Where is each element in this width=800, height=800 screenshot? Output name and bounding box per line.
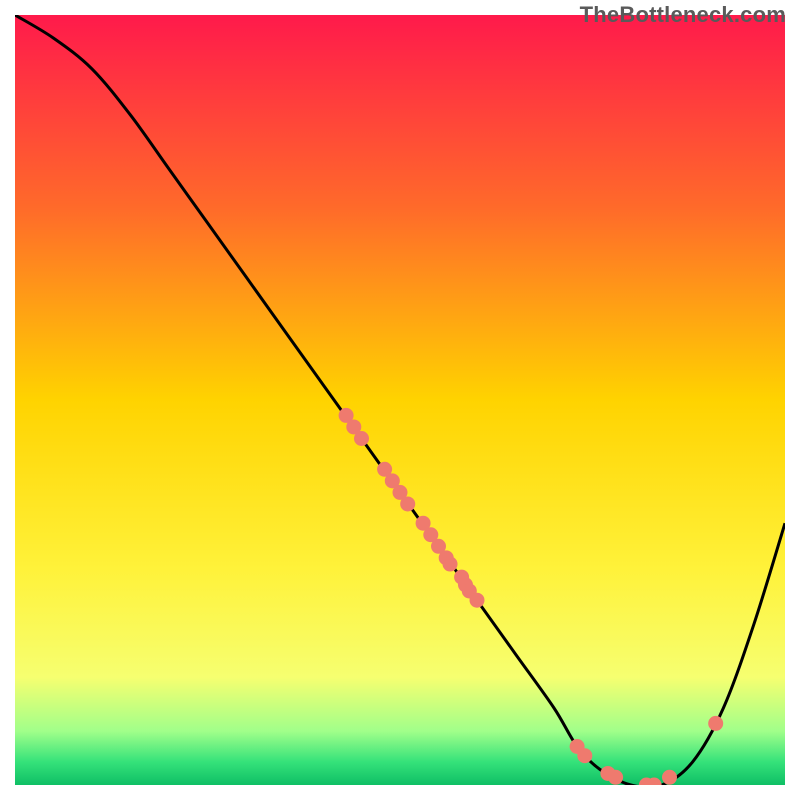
curve-marker bbox=[662, 770, 677, 785]
curve-marker bbox=[354, 431, 369, 446]
curve-marker bbox=[608, 770, 623, 785]
curve-marker bbox=[470, 593, 485, 608]
curve-marker bbox=[577, 748, 592, 763]
curve-marker bbox=[443, 557, 458, 572]
curve-marker bbox=[708, 716, 723, 731]
watermark-text: TheBottleneck.com bbox=[580, 2, 786, 28]
chart-stage: TheBottleneck.com bbox=[0, 0, 800, 800]
marker-layer bbox=[15, 15, 785, 785]
curve-marker bbox=[400, 496, 415, 511]
plot-area bbox=[15, 15, 785, 785]
